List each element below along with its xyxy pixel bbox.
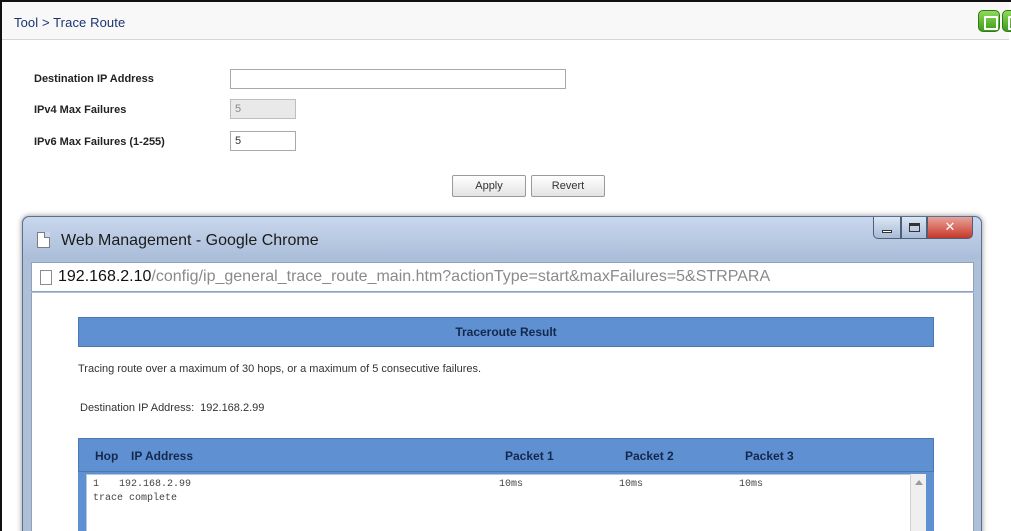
popup-title: Web Management - Google Chrome (61, 232, 319, 249)
url-path: /config/ip_general_trace_route_main.htm?… (151, 268, 771, 285)
save-icon[interactable] (978, 10, 1000, 32)
popup-titlebar[interactable]: Web Management - Google Chrome ✕ (23, 217, 981, 259)
apply-button[interactable]: Apply (452, 175, 526, 197)
breadcrumb: Tool > Trace Route (14, 15, 126, 30)
trace-status: trace complete (93, 493, 178, 504)
row-ip-address: 192.168.2.99 (119, 479, 192, 490)
popup-content: Traceroute Result Tracing route over a m… (31, 293, 974, 531)
col-packet-1: Packet 1 (505, 449, 554, 463)
minimize-icon (882, 229, 892, 233)
url-host: 192.168.2.10 (58, 268, 152, 285)
ipv6-max-failures-input[interactable] (230, 131, 296, 151)
address-bar[interactable]: 192.168.2.10/config/ip_general_trace_rou… (31, 262, 974, 292)
result-table-header: Hop IP Address Packet 1 Packet 2 Packet … (78, 438, 934, 472)
destination-label: Destination IP Address: (80, 402, 195, 414)
page-icon (40, 270, 52, 285)
help-icon[interactable] (1002, 10, 1011, 32)
ipv6-max-failures-label: IPv6 Max Failures (1-255) (34, 136, 165, 148)
maximize-icon (908, 223, 920, 232)
result-textarea[interactable]: 1 192.168.2.99 10ms 10ms 10ms trace comp… (86, 474, 914, 531)
tracing-description: Tracing route over a maximum of 30 hops,… (78, 363, 482, 375)
maximize-button[interactable] (901, 217, 927, 239)
page-header: Tool > Trace Route (2, 2, 1011, 40)
col-ip-address: IP Address (131, 449, 194, 463)
close-button[interactable]: ✕ (927, 217, 973, 239)
ipv4-max-failures-label: IPv4 Max Failures (34, 104, 127, 116)
col-hop: Hop (95, 449, 119, 463)
page-icon (37, 232, 50, 248)
row-packet-3: 10ms (739, 479, 764, 490)
row-packet-2: 10ms (619, 479, 644, 490)
col-packet-2: Packet 2 (625, 449, 674, 463)
url-text[interactable]: 192.168.2.10/config/ip_general_trace_rou… (58, 268, 770, 286)
window-controls: ✕ (873, 217, 973, 239)
row-hop: 1 (93, 479, 100, 490)
destination-info: Destination IP Address: 192.168.2.99 (80, 402, 264, 414)
scroll-up-arrow-icon[interactable] (915, 480, 923, 485)
minimize-button[interactable] (873, 217, 901, 239)
ipv4-max-failures-field (230, 99, 296, 119)
result-title: Traceroute Result (78, 317, 934, 347)
dest-ip-input[interactable] (230, 69, 566, 89)
close-icon: ✕ (944, 220, 956, 235)
scrollbar[interactable] (910, 474, 926, 531)
destination-value: 192.168.2.99 (200, 402, 265, 414)
dest-ip-label: Destination IP Address (34, 73, 154, 85)
popup-window: Web Management - Google Chrome ✕ 192.168… (22, 216, 982, 531)
result-table-body: 1 192.168.2.99 10ms 10ms 10ms trace comp… (78, 472, 934, 531)
col-packet-3: Packet 3 (745, 449, 794, 463)
revert-button[interactable]: Revert (531, 175, 605, 197)
row-packet-1: 10ms (499, 479, 524, 490)
